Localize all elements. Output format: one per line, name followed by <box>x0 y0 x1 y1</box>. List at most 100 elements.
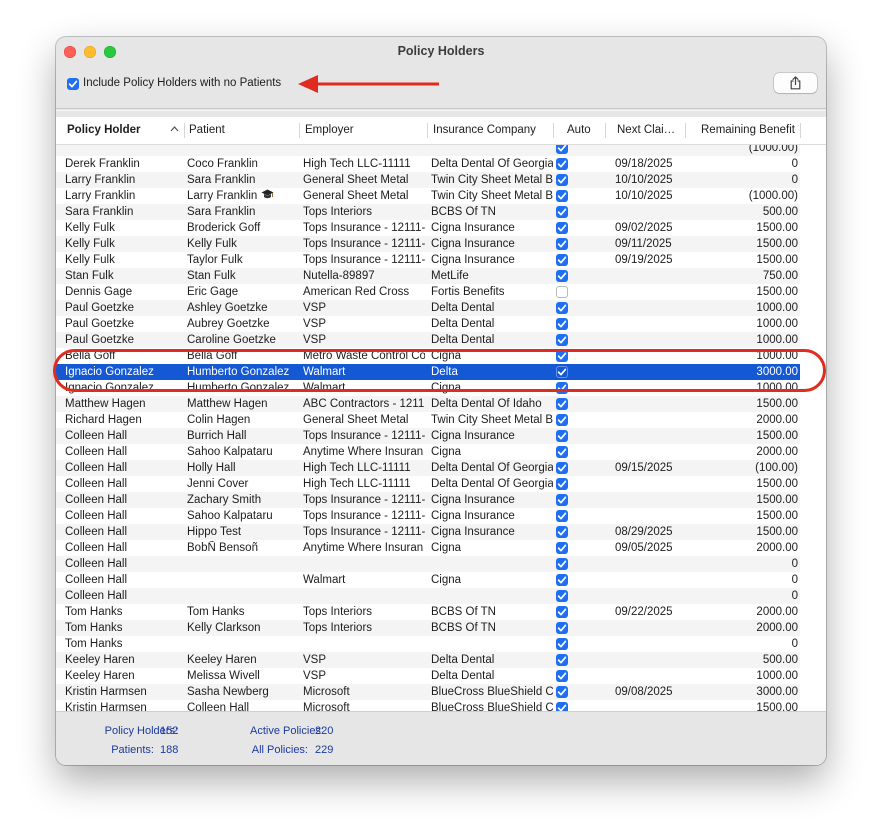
table-row[interactable]: Dennis Gage Eric Gage American Red Cross Fo… <box>56 284 826 300</box>
auto-checkbox[interactable] <box>556 670 568 682</box>
table-row[interactable]: Colleen Hall 0 <box>56 588 826 604</box>
column-header-employer[interactable]: Employer <box>305 124 354 136</box>
auto-checkbox[interactable] <box>556 606 568 618</box>
auto-checkbox[interactable] <box>556 462 568 474</box>
cell-rem: (1000.00) <box>748 190 798 202</box>
column-header-policy-holder[interactable]: Policy Holder <box>67 124 141 136</box>
auto-checkbox[interactable] <box>556 414 568 426</box>
table-row[interactable]: Colleen Hall Sahoo Kalpataru Tops Insuranc… <box>56 508 826 524</box>
cell-rem: 2000.00 <box>756 542 798 554</box>
column-divider[interactable] <box>427 123 428 138</box>
column-header-next-claim[interactable]: Next Clai… <box>617 124 675 136</box>
table-row[interactable]: Kelly Fulk Taylor Fulk Tops Insurance - 12… <box>56 252 826 268</box>
auto-checkbox[interactable] <box>556 430 568 442</box>
table-row[interactable]: Tom Hanks Kelly Clarkson Tops Interiors BCB… <box>56 620 826 636</box>
sort-ascending-icon[interactable] <box>170 125 179 133</box>
include-no-patients-checkbox[interactable] <box>67 78 79 90</box>
table-row[interactable]: Richard Hagen Colin Hagen General Sheet Me… <box>56 412 826 428</box>
auto-checkbox[interactable] <box>556 478 568 490</box>
auto-checkbox[interactable] <box>556 526 568 538</box>
table-header: Policy Holder Patient Employer Insurance… <box>56 117 826 145</box>
auto-checkbox[interactable] <box>556 622 568 634</box>
column-header-patient[interactable]: Patient <box>189 124 225 136</box>
table-row[interactable]: Colleen Hall BobÑ Bensoñ Anytime Where Ins… <box>56 540 826 556</box>
auto-checkbox[interactable] <box>556 574 568 586</box>
table-row[interactable]: Ignacio Gonzalez Humberto Gonzalez Walmart… <box>56 380 826 396</box>
table-row[interactable]: Bella Goff Bella Goff Metro Waste Control … <box>56 348 826 364</box>
column-header-insurance-company[interactable]: Insurance Company <box>433 124 536 136</box>
table-row[interactable]: Paul Goetzke Aubrey Goetzke VSP Delta Denta… <box>56 316 826 332</box>
auto-checkbox[interactable] <box>556 334 568 346</box>
auto-checkbox[interactable] <box>556 270 568 282</box>
auto-checkbox[interactable] <box>556 286 568 298</box>
table-row[interactable]: Colleen Hall Holly Hall High Tech LLC-1111… <box>56 460 826 476</box>
column-divider[interactable] <box>605 123 606 138</box>
table-row[interactable]: Colleen Hall Jenni Cover High Tech LLC-111… <box>56 476 826 492</box>
table-row[interactable]: Kristin Harmsen Sasha Newberg Microsoft Blu… <box>56 684 826 700</box>
auto-checkbox[interactable] <box>556 494 568 506</box>
table-row[interactable]: Colleen Hall Sahoo Kalpataru Anytime Where… <box>56 444 826 460</box>
auto-checkbox[interactable] <box>556 558 568 570</box>
column-divider[interactable] <box>685 123 686 138</box>
table-row[interactable]: Larry Franklin Larry Franklin General Shee… <box>56 188 826 204</box>
column-divider[interactable] <box>553 123 554 138</box>
auto-checkbox[interactable] <box>556 206 568 218</box>
auto-checkbox[interactable] <box>556 174 568 186</box>
table-row[interactable]: Colleen Hall Burrich Hall Tops Insurance -… <box>56 428 826 444</box>
auto-checkbox[interactable] <box>556 446 568 458</box>
auto-checkbox[interactable] <box>556 318 568 330</box>
table-row[interactable]: Tom Hanks 0 <box>56 636 826 652</box>
column-header-auto[interactable]: Auto <box>567 124 591 136</box>
table-row[interactable]: Colleen Hall Hippo Test Tops Insurance - 1… <box>56 524 826 540</box>
table-row[interactable]: Keeley Haren Keeley Haren VSP Delta Dental 5… <box>56 652 826 668</box>
share-button[interactable] <box>774 73 817 93</box>
column-divider[interactable] <box>299 123 300 138</box>
table-row[interactable]: Stan Fulk Stan Fulk Nutella-89897 MetLife 75… <box>56 268 826 284</box>
auto-checkbox[interactable] <box>556 158 568 170</box>
auto-checkbox[interactable] <box>556 366 568 378</box>
column-header-remaining-benefit[interactable]: Remaining Benefit <box>701 124 795 136</box>
table-row-selected[interactable]: Ignacio Gonzalez Humberto Gonzalez Walmart… <box>56 364 826 380</box>
auto-checkbox[interactable] <box>556 382 568 394</box>
table-row[interactable]: (1000.00) <box>56 145 826 156</box>
auto-checkbox[interactable] <box>556 190 568 202</box>
table-row[interactable]: Derek Franklin Coco Franklin High Tech LLC… <box>56 156 826 172</box>
auto-checkbox[interactable] <box>556 686 568 698</box>
column-divider[interactable] <box>800 123 801 138</box>
cell-employer: Walmart <box>303 574 346 586</box>
table-row[interactable]: Tom Hanks Tom Hanks Tops Interiors BCBS Of … <box>56 604 826 620</box>
table-body[interactable]: (1000.00) Derek Franklin Coco Franklin High… <box>56 145 826 711</box>
table-row[interactable]: Kristin Harmsen Colleen Hall Microsoft Blue… <box>56 700 826 711</box>
auto-checkbox[interactable] <box>556 542 568 554</box>
auto-checkbox[interactable] <box>556 254 568 266</box>
table-row[interactable]: Keeley Haren Melissa Wivell VSP Delta Denta… <box>56 668 826 684</box>
auto-checkbox[interactable] <box>556 222 568 234</box>
table-row[interactable]: Colleen Hall 0 <box>56 556 826 572</box>
policy-holders-table[interactable]: Policy Holder Patient Employer Insurance… <box>56 117 826 711</box>
table-row[interactable]: Kelly Fulk Broderick Goff Tops Insurance -… <box>56 220 826 236</box>
table-row[interactable]: Sara Franklin Sara Franklin Tops Interiors… <box>56 204 826 220</box>
table-row[interactable]: Larry Franklin Sara Franklin General Sheet… <box>56 172 826 188</box>
table-row[interactable]: Paul Goetzke Ashley Goetzke VSP Delta Denta… <box>56 300 826 316</box>
table-row[interactable]: Paul Goetzke Caroline Goetzke VSP Delta Den… <box>56 332 826 348</box>
table-row[interactable]: Matthew Hagen Matthew Hagen ABC Contractor… <box>56 396 826 412</box>
column-divider[interactable] <box>184 123 185 138</box>
auto-checkbox[interactable] <box>556 238 568 250</box>
cell-patient: Taylor Fulk <box>187 254 243 266</box>
auto-checkbox[interactable] <box>556 398 568 410</box>
auto-checkbox[interactable] <box>556 702 568 711</box>
auto-checkbox[interactable] <box>556 145 568 154</box>
auto-checkbox[interactable] <box>556 654 568 666</box>
include-no-patients-label[interactable]: Include Policy Holders with no Patients <box>83 77 281 89</box>
auto-checkbox[interactable] <box>556 302 568 314</box>
cell-ins: Cigna <box>431 382 462 394</box>
cell-ins: BlueCross BlueShield C <box>431 702 553 711</box>
auto-checkbox[interactable] <box>556 350 568 362</box>
table-row[interactable]: Colleen Hall Zachary Smith Tops Insurance … <box>56 492 826 508</box>
table-row[interactable]: Kelly Fulk Kelly Fulk Tops Insurance - 121… <box>56 236 826 252</box>
table-row[interactable]: Colleen Hall Walmart Cigna 0 <box>56 572 826 588</box>
auto-checkbox[interactable] <box>556 590 568 602</box>
checkmark-icon <box>68 80 78 88</box>
auto-checkbox[interactable] <box>556 638 568 650</box>
auto-checkbox[interactable] <box>556 510 568 522</box>
